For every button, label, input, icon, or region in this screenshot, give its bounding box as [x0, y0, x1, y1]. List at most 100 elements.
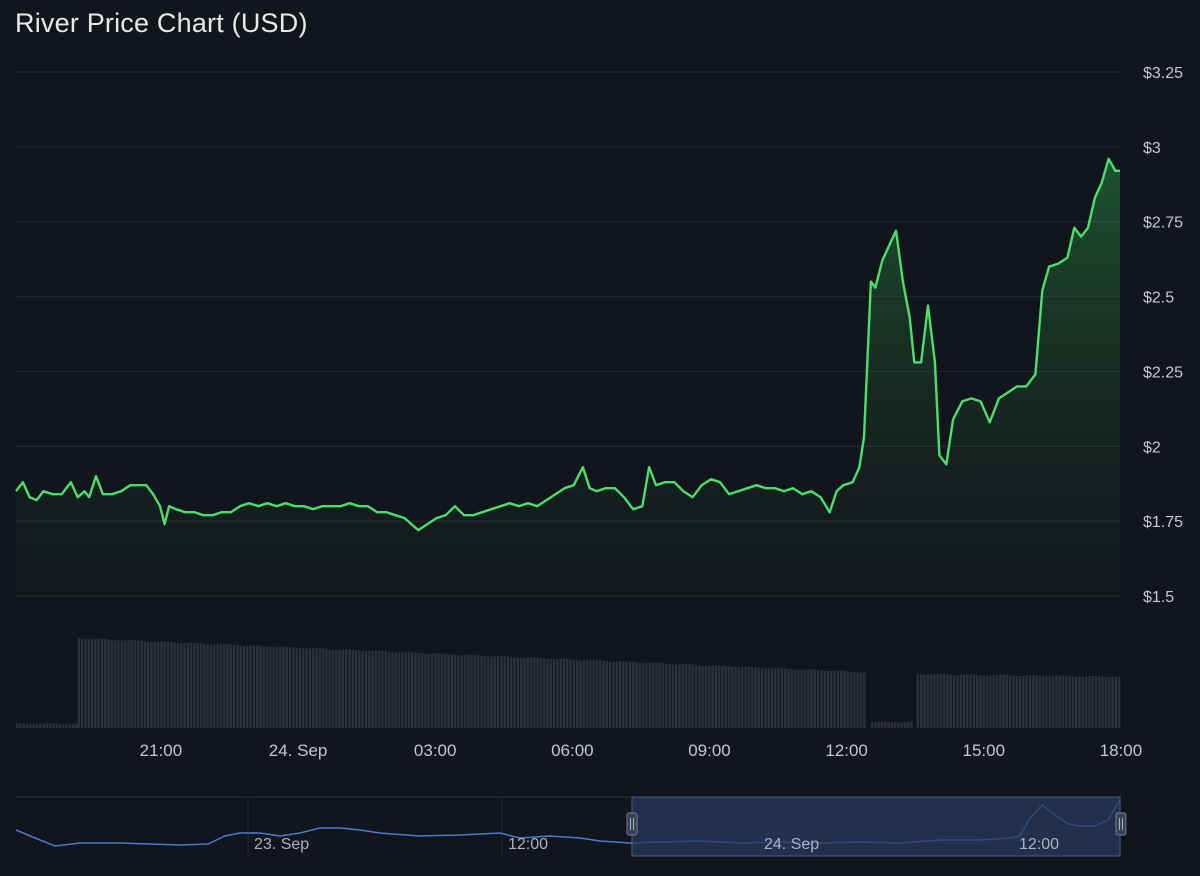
volume-bar [724, 666, 727, 728]
volume-bar [1065, 675, 1068, 728]
volume-bar [368, 651, 371, 728]
volume-bar [595, 660, 599, 728]
volume-bar [1055, 675, 1058, 728]
volume-bar [328, 649, 331, 728]
volume-bar [826, 671, 830, 728]
volume-bar [219, 644, 222, 728]
volume-bar [907, 721, 910, 728]
x-tick-label: 21:00 [140, 741, 183, 760]
volume-bar [381, 650, 384, 728]
volume-bar [453, 655, 457, 728]
volume-bar [444, 653, 447, 728]
volume-bar [1058, 675, 1061, 728]
volume-bar [25, 723, 29, 728]
volume-bar [757, 667, 760, 728]
volume-bar [387, 651, 391, 728]
volume-bar [318, 648, 321, 728]
volume-bar [236, 645, 239, 728]
volume-bar [414, 652, 417, 728]
volume-bar [203, 643, 206, 728]
volume-bar [460, 655, 463, 728]
volume-bar [163, 641, 166, 728]
volume-bar [222, 644, 226, 728]
y-tick-label: $2.25 [1143, 364, 1183, 381]
volume-bar [846, 671, 849, 728]
volume-bar [979, 675, 982, 728]
volume-bar [658, 662, 661, 728]
volume-bar [1028, 675, 1032, 728]
volume-bar [100, 638, 104, 728]
volume-bar [946, 674, 949, 728]
volume-bar [731, 666, 734, 728]
volume-bar [870, 722, 874, 728]
volume-bar [338, 649, 341, 728]
volume-bar [648, 662, 651, 728]
volume-bar [701, 665, 704, 728]
volume-bar [183, 643, 186, 728]
volume-bar [259, 645, 262, 728]
navigator-handle[interactable] [626, 812, 638, 836]
volume-bar [420, 653, 424, 728]
volume-bar [1117, 676, 1121, 728]
volume-bar [486, 656, 490, 728]
volume-bar [272, 647, 275, 728]
volume-bar [628, 661, 632, 728]
volume-bar [335, 649, 338, 728]
volume-bar [853, 672, 856, 728]
volume-bar [770, 668, 774, 728]
volume-bar [675, 664, 678, 728]
volume-bar [510, 656, 513, 728]
volume-bar [331, 649, 335, 728]
volume-bar [87, 639, 90, 728]
volume-bar [926, 674, 929, 728]
volume-bar [797, 669, 800, 728]
volume-bar [523, 657, 526, 728]
navigator[interactable]: 23. Sep 12:00 24. Sep 12:00 [15, 796, 1127, 857]
volume-bar [1101, 676, 1104, 728]
volume-bar [216, 644, 219, 728]
volume-bar [434, 653, 437, 728]
volume-bar [209, 644, 213, 728]
volume-bar [783, 668, 787, 728]
volume-bar [75, 723, 78, 728]
volume-bar [470, 654, 473, 728]
volume-bar [717, 665, 721, 728]
volume-bar [1114, 677, 1117, 728]
volume-bar [760, 668, 764, 728]
volume-bar [665, 663, 668, 728]
volume-bar [72, 723, 75, 728]
volume-bar [239, 645, 242, 728]
volume-bar [430, 653, 434, 728]
volume-bar [397, 652, 401, 728]
volume-bar [292, 647, 295, 728]
volume-bar [1088, 676, 1091, 728]
volume-bar [1022, 675, 1025, 728]
volume-bar [747, 666, 750, 728]
volume-bar [137, 640, 140, 728]
price-chart[interactable]: $3.25 $3 $2.75 $2.5 $2.25 $2 $1.75 $1.5 21:00 24… [0, 0, 1200, 876]
volume-bar [887, 721, 890, 728]
x-tick-label: 18:00 [1100, 741, 1143, 760]
volume-bar [364, 651, 368, 728]
volume-bar [678, 664, 681, 728]
volume-bars [16, 638, 1121, 728]
volume-bar [859, 672, 863, 728]
volume-bar [506, 656, 510, 728]
volume-bar [836, 670, 840, 728]
volume-bar [156, 641, 160, 728]
y-tick-label: $1.75 [1143, 514, 1183, 531]
volume-bar [605, 661, 609, 728]
volume-bar [721, 665, 724, 728]
volume-bar [298, 648, 302, 728]
volume-bar [1104, 677, 1108, 728]
volume-bar [1071, 676, 1075, 728]
x-tick-label: 03:00 [414, 741, 457, 760]
navigator-handle[interactable] [1115, 812, 1127, 836]
volume-bar [262, 646, 265, 728]
volume-bar [424, 653, 427, 728]
volume-bar [249, 645, 252, 728]
volume-bar [694, 664, 698, 728]
volume-bar [830, 671, 833, 728]
volume-bar [1015, 676, 1018, 728]
volume-bar [427, 653, 430, 728]
